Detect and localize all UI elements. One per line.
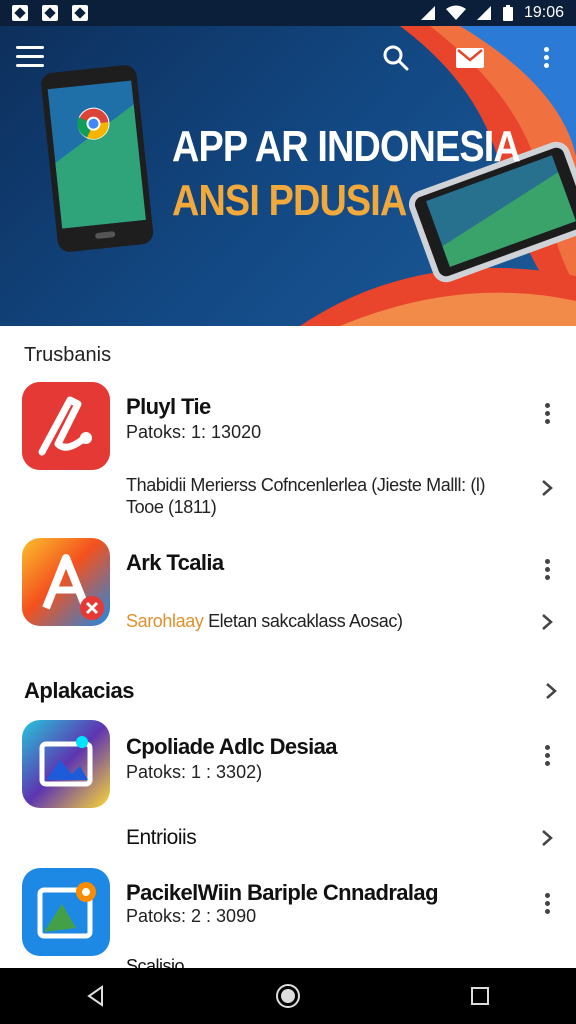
home-button[interactable] bbox=[266, 974, 310, 1018]
recents-icon bbox=[471, 987, 489, 1005]
app-name: Pluyl Tie bbox=[126, 394, 211, 419]
status-time: 19:06 bbox=[523, 4, 564, 21]
app-name: Ark Tcalia bbox=[126, 550, 224, 575]
app-name: PacikelWiin Bariple Cnnadralag bbox=[126, 880, 439, 905]
signal-icon bbox=[476, 6, 491, 20]
notification-icon bbox=[42, 5, 58, 21]
chevron-right-icon[interactable] bbox=[538, 478, 556, 498]
hero-subtitle: ANSI PDUSIA bbox=[172, 176, 407, 225]
app-description: Thabidii Merierss Cofncenlerlea (Jieste … bbox=[126, 475, 486, 517]
app-meta: Patoks: 2 : 3090 bbox=[126, 906, 257, 926]
letter-a-icon bbox=[22, 538, 110, 626]
hero-title: APP AR INDONESIA bbox=[172, 122, 521, 171]
app-description: Sarohlaay Eletan sakcaklass Aosac) bbox=[126, 610, 526, 632]
signal-icon bbox=[420, 6, 435, 20]
more-options-icon[interactable] bbox=[536, 44, 556, 72]
notification-icon bbox=[12, 5, 28, 21]
home-icon bbox=[276, 984, 300, 1008]
status-bar: 19:06 bbox=[0, 0, 576, 26]
app-description-text: Eletan sakcaklass Aosac) bbox=[208, 611, 403, 631]
partial-list-item[interactable]: Scalisio bbox=[126, 956, 185, 968]
search-icon[interactable] bbox=[382, 44, 410, 72]
hero-banner: APP AR INDONESIA ANSI PDUSIA bbox=[0, 26, 576, 326]
back-button[interactable] bbox=[74, 974, 118, 1018]
app-description-accent: Sarohlaay bbox=[126, 611, 204, 631]
subsection-link[interactable]: Entrioiis bbox=[126, 826, 197, 850]
more-options-icon[interactable] bbox=[536, 556, 558, 586]
more-options-icon[interactable] bbox=[536, 890, 558, 920]
battery-icon bbox=[502, 5, 513, 21]
chevron-right-icon[interactable] bbox=[542, 681, 560, 701]
map-pin-icon bbox=[22, 868, 110, 956]
mail-icon[interactable] bbox=[454, 44, 486, 72]
photo-mountain-icon bbox=[22, 720, 110, 808]
recents-button[interactable] bbox=[458, 974, 502, 1018]
wifi-icon bbox=[445, 5, 466, 20]
chevron-right-icon[interactable] bbox=[538, 612, 556, 632]
chevron-right-icon[interactable] bbox=[538, 828, 556, 848]
app-meta: Patoks: 1 : 3302) bbox=[126, 762, 263, 782]
pen-icon bbox=[22, 382, 110, 470]
more-options-icon[interactable] bbox=[536, 400, 558, 430]
menu-button[interactable] bbox=[16, 46, 44, 70]
app-name: Cpoliade Adlc Desiaa bbox=[126, 734, 338, 759]
notification-icon bbox=[72, 5, 88, 21]
app-meta: Patoks: 1: 13020 bbox=[126, 422, 262, 442]
section-header[interactable]: Aplakacias bbox=[24, 678, 560, 704]
app-list-panel: Trusbanis Pluyl Tie Patoks: 1: 13020 Tha… bbox=[0, 326, 576, 968]
list-item[interactable]: Pluyl Tie Patoks: 1: 13020 bbox=[0, 382, 576, 482]
section-title: Aplakacias bbox=[24, 678, 134, 703]
more-options-icon[interactable] bbox=[536, 742, 558, 772]
list-item[interactable]: PacikelWiin Bariple Cnnadralag Patoks: 2… bbox=[0, 868, 576, 968]
section-label: Trusbanis bbox=[24, 344, 112, 366]
navigation-bar bbox=[0, 968, 576, 1024]
back-icon bbox=[87, 985, 103, 1007]
list-item[interactable]: Cpoliade Adlc Desiaa Patoks: 1 : 3302) bbox=[0, 720, 576, 820]
